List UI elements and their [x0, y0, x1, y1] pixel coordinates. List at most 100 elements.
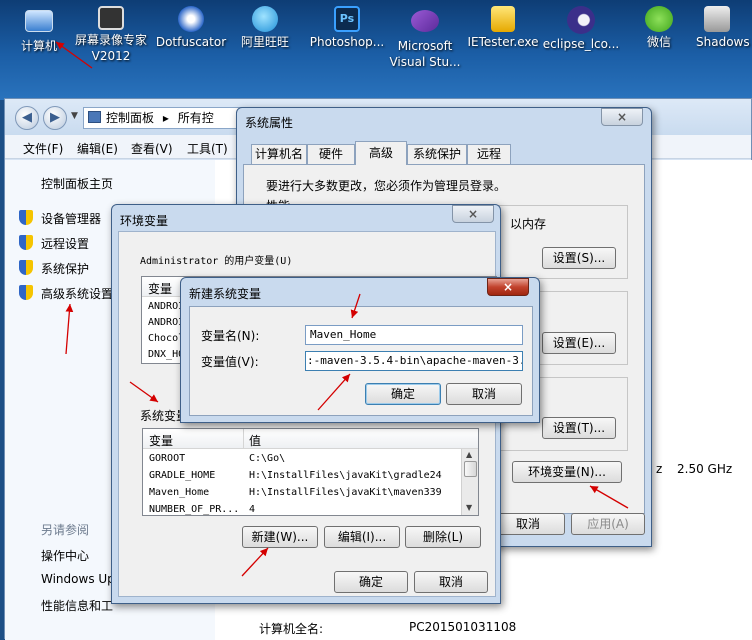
close-icon[interactable]: × — [487, 278, 529, 296]
new-var-body: 变量名(N): Maven_Home 变量值(V): :-maven-3.5.4… — [189, 306, 533, 416]
environment-variables-button[interactable]: 环境变量(N)... — [512, 461, 622, 483]
see-also-heading: 另请参阅 — [41, 523, 90, 537]
list-item[interactable]: ANDROI — [148, 317, 184, 331]
variable-name-input[interactable]: Maven_Home — [305, 325, 523, 345]
computer-name-value: PC201501031108 — [409, 620, 517, 634]
column-variable[interactable]: 变量 — [149, 432, 173, 449]
desktop-icon-photoshop[interactable]: Ps Photoshop... — [308, 6, 386, 50]
edit-variable-button[interactable]: 编辑(I)... — [324, 526, 400, 548]
breadcrumb-item-control-panel[interactable]: 控制面板 — [106, 111, 154, 125]
forward-button[interactable]: ▶ — [43, 106, 67, 130]
menu-edit[interactable]: 编辑(E) — [77, 140, 118, 157]
user-profiles-settings-button[interactable]: 设置(E)... — [542, 332, 616, 354]
table-row[interactable]: GRADLE_HOME H:\InstallFiles\javaKit\grad… — [143, 470, 461, 484]
cpu-frequency: 2.50 GHz — [677, 462, 733, 476]
ok-button[interactable]: 确定 — [365, 383, 441, 405]
desktop-icon-shadowsocks[interactable]: Shadows — [696, 6, 752, 50]
performance-settings-button[interactable]: 设置(S)... — [542, 247, 616, 269]
tab-system-protection[interactable]: 系统保护 — [407, 144, 467, 164]
variable-value-label: 变量值(V): — [201, 355, 259, 369]
new-variable-button[interactable]: 新建(W)... — [242, 526, 318, 548]
dialog-title: 系统属性 — [245, 116, 294, 130]
sidebar-item-remote-settings[interactable]: 远程设置 — [41, 235, 89, 252]
computer-name-label: 计算机全名: — [259, 622, 324, 636]
desktop-icon-visual-studio[interactable]: Microsoft Visual Stu... — [386, 6, 464, 70]
list-item[interactable]: Chocol — [148, 333, 184, 347]
list-header: 变量 值 — [143, 429, 478, 449]
vertical-scrollbar[interactable]: ▲ ▼ — [461, 449, 478, 515]
close-icon[interactable]: × — [601, 108, 643, 126]
scroll-thumb[interactable] — [464, 461, 477, 477]
var-name: NUMBER_OF_PR... — [149, 504, 240, 515]
desktop-icon-screen-recorder[interactable]: 屏幕录像专家 V2012 — [72, 6, 150, 64]
new-system-variable-dialog: 新建系统变量 × 变量名(N): Maven_Home 变量值(V): :-ma… — [180, 277, 540, 423]
desktop-icon-label: Photoshop... — [309, 35, 385, 49]
column-variable[interactable]: 变量 — [148, 280, 172, 297]
table-row[interactable]: NUMBER_OF_PR... 4 — [143, 504, 461, 515]
cancel-button[interactable]: 取消 — [446, 383, 522, 405]
dotfuscator-icon — [178, 6, 204, 32]
see-also-windows-update[interactable]: Windows Up — [41, 572, 115, 586]
menu-view[interactable]: 查看(V) — [131, 140, 173, 157]
desktop-icon-label: Dotfuscator — [155, 35, 227, 49]
eclipse-icon — [567, 6, 595, 34]
recent-pages-icon[interactable]: ▼ — [71, 111, 78, 121]
admin-note: 要进行大多数更改，您必须作为管理员登录。 — [266, 179, 507, 193]
apply-button[interactable]: 应用(A) — [571, 513, 645, 535]
system-vars-list[interactable]: 变量 值 GOROOT C:\Go\ GRADLE_HOME H:\Instal… — [142, 428, 479, 516]
desktop-icon-label: 阿里旺旺 — [240, 35, 289, 49]
desktop-icon-label: 计算机 — [20, 39, 57, 53]
list-item[interactable]: DNX_HO — [148, 349, 184, 363]
startup-settings-button[interactable]: 设置(T)... — [542, 417, 616, 439]
dialog-title: 新建系统变量 — [189, 287, 262, 301]
delete-variable-button[interactable]: 删除(L) — [405, 526, 481, 548]
menu-tools[interactable]: 工具(T) — [187, 140, 228, 157]
desktop-icon-computer[interactable]: 计算机 — [0, 6, 78, 54]
desktop-icon-wechat[interactable]: 微信 — [620, 6, 698, 50]
variable-name-label: 变量名(N): — [201, 329, 260, 343]
sidebar-item-device-manager[interactable]: 设备管理器 — [41, 210, 101, 227]
back-button[interactable]: ◀ — [15, 106, 39, 130]
column-value[interactable]: 值 — [249, 432, 261, 449]
table-row[interactable]: GOROOT C:\Go\ — [143, 453, 461, 467]
var-name: Maven_Home — [149, 487, 210, 498]
desktop-icon-label: Microsoft — [397, 39, 453, 53]
desktop-icon-aliwangwang[interactable]: 阿里旺旺 — [226, 6, 304, 50]
list-item[interactable]: ANDROI — [148, 301, 184, 315]
see-also-performance[interactable]: 性能信息和工 — [41, 597, 113, 614]
variable-value-input[interactable]: :-maven-3.5.4-bin\apache-maven-3.5.4 — [305, 351, 523, 371]
desktop-icon-label: IETester.exe — [467, 35, 539, 49]
tab-advanced[interactable]: 高级 — [355, 141, 407, 165]
var-value: C:\Go\ — [249, 453, 286, 464]
desktop-icon-dotfuscator[interactable]: Dotfuscator — [152, 6, 230, 50]
table-row[interactable]: Maven_Home H:\InstallFiles\javaKit\maven… — [143, 487, 461, 501]
aliwangwang-icon — [252, 6, 278, 32]
breadcrumb-item-all[interactable]: 所有控 — [178, 111, 214, 125]
scroll-down-icon[interactable]: ▼ — [466, 503, 472, 512]
desktop-icon-label: 微信 — [646, 35, 671, 49]
photoshop-icon: Ps — [334, 6, 360, 32]
sidebar-item-system-protection[interactable]: 系统保护 — [41, 260, 89, 277]
see-also-action-center[interactable]: 操作中心 — [41, 547, 89, 564]
close-icon[interactable]: × — [452, 205, 494, 223]
tab-remote[interactable]: 远程 — [467, 144, 511, 164]
tab-hardware[interactable]: 硬件 — [307, 144, 355, 164]
desktop-icon-ietester[interactable]: IETester.exe — [464, 6, 542, 50]
tab-computer-name[interactable]: 计算机名 — [251, 144, 307, 164]
desktop-icon-label-line2: V2012 — [91, 49, 131, 63]
sidebar-item-advanced-settings[interactable]: 高级系统设置 — [41, 285, 113, 302]
visual-studio-icon — [411, 10, 439, 32]
breadcrumb[interactable]: 控制面板 ▸ 所有控 — [83, 107, 243, 129]
ok-button[interactable]: 确定 — [334, 571, 408, 593]
menu-file[interactable]: 文件(F) — [23, 140, 63, 157]
var-name: GOROOT — [149, 453, 186, 464]
sidebar-home-link[interactable]: 控制面板主页 — [41, 175, 113, 192]
scroll-up-icon[interactable]: ▲ — [466, 450, 472, 459]
cancel-button[interactable]: 取消 — [491, 513, 565, 535]
cancel-button[interactable]: 取消 — [414, 571, 488, 593]
var-value: H:\InstallFiles\javaKit\maven339 — [249, 487, 442, 498]
desktop-icon-eclipse[interactable]: eclipse_lco... — [542, 6, 620, 52]
ietester-icon — [491, 6, 515, 32]
memory-text-fragment: 以内存 — [510, 217, 547, 231]
user-vars-label: Administrator 的用户变量(U) — [140, 256, 293, 267]
